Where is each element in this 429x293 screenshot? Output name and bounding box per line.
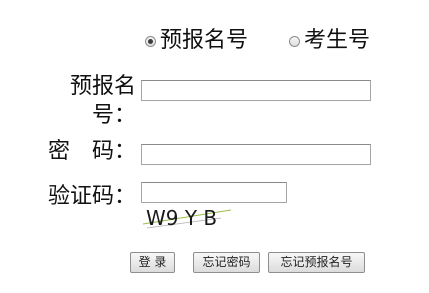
captcha-input[interactable] bbox=[141, 182, 287, 203]
radio-prereg-circle[interactable] bbox=[145, 35, 156, 47]
captcha-label: 验证码： bbox=[47, 184, 136, 209]
forgot-prereg-number-button[interactable]: 忘记预报名号 bbox=[268, 252, 365, 273]
radio-examinee-label: 考生号 bbox=[304, 28, 371, 53]
password-input[interactable] bbox=[141, 144, 371, 165]
radio-prereg-label: 预报名号 bbox=[160, 28, 249, 53]
password-label: 密 码： bbox=[47, 139, 136, 164]
captcha-image[interactable]: W9 Y B bbox=[141, 204, 233, 230]
prereg-label-line2: 号： bbox=[91, 103, 136, 128]
prereg-label-line1: 预报名 bbox=[69, 74, 136, 99]
radio-examinee-circle[interactable] bbox=[289, 35, 300, 47]
captcha-text: W9 Y B bbox=[146, 206, 217, 230]
login-button[interactable]: 登 录 bbox=[130, 252, 175, 273]
radio-examinee-number[interactable]: 考生号 bbox=[289, 29, 370, 53]
forgot-password-button[interactable]: 忘记密码 bbox=[193, 252, 260, 273]
radio-prereg-number[interactable]: 预报名号 bbox=[145, 29, 248, 53]
prereg-number-input[interactable] bbox=[141, 80, 371, 101]
